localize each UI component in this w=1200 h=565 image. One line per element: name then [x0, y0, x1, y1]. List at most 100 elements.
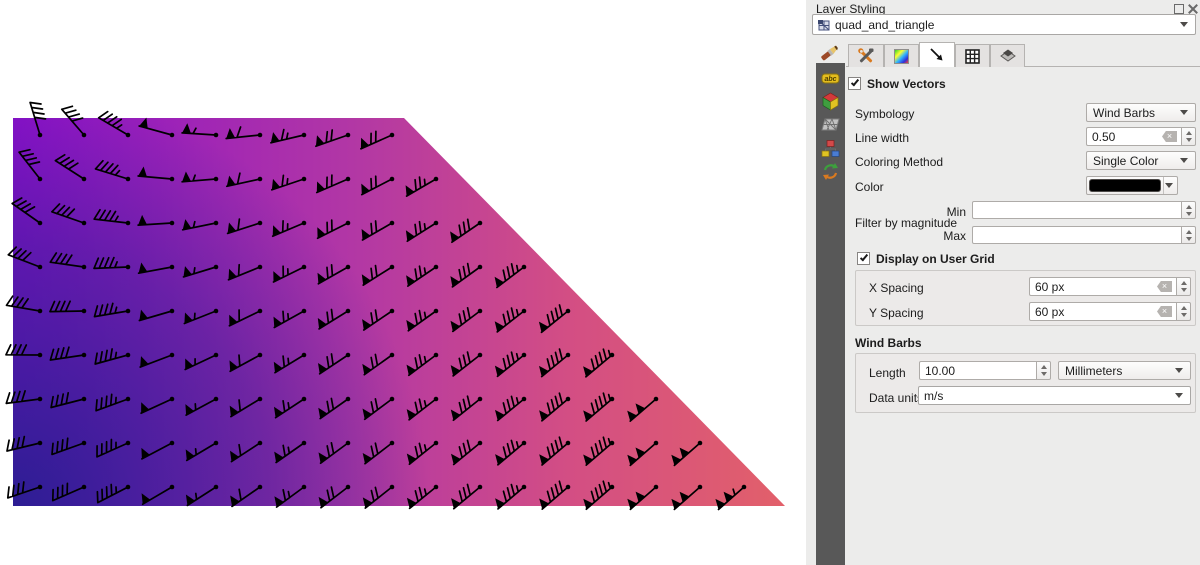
spin-down-icon[interactable] [1181, 313, 1187, 317]
length-input[interactable] [920, 364, 1036, 378]
history-arrows-icon [821, 162, 840, 181]
max-label: Max [926, 229, 966, 243]
diagram-icon [821, 139, 840, 158]
layer-selector-value: quad_and_triangle [835, 18, 934, 32]
data-units-combo[interactable]: m/s [918, 386, 1191, 405]
min-field [972, 201, 1182, 219]
symbology-value: Wind Barbs [1093, 106, 1155, 120]
map-canvas[interactable] [0, 0, 806, 565]
show-vectors-label: Show Vectors [867, 77, 946, 91]
spin-up-icon[interactable] [1186, 230, 1192, 234]
color-button[interactable] [1086, 176, 1178, 195]
tab-mesh-frame[interactable] [955, 44, 990, 67]
tab-stacked-mesh[interactable] [990, 44, 1025, 67]
min-spinner[interactable] [1182, 201, 1196, 219]
y-spacing-spinner[interactable] [1177, 302, 1191, 321]
spin-up-icon[interactable] [1181, 306, 1187, 310]
clear-icon[interactable]: × [1157, 281, 1172, 292]
line-width-spinner[interactable] [1182, 127, 1196, 146]
max-field [972, 226, 1182, 244]
x-spacing-label: X Spacing [869, 281, 924, 295]
length-spinner[interactable] [1037, 361, 1051, 380]
line-width-input[interactable] [1087, 130, 1162, 144]
wind-barbs-groupbox: Length Millimeters Data units m/s [855, 353, 1196, 413]
max-input[interactable] [973, 228, 1181, 242]
color-label: Color [855, 180, 884, 194]
layer-styling-panel: Layer Styling quad_and_triangle [806, 0, 1200, 565]
symbology-dropdown[interactable]: Wind Barbs [1086, 103, 1196, 122]
wind-barbs-section-title: Wind Barbs [855, 336, 922, 350]
sidebar-item-diagrams[interactable] [821, 139, 840, 158]
length-spinbox[interactable] [919, 361, 1051, 380]
stacked-layers-icon [999, 48, 1017, 64]
y-spacing-label: Y Spacing [869, 306, 924, 320]
user-grid-label: Display on User Grid [876, 252, 995, 266]
x-spacing-field: × [1029, 277, 1177, 296]
chevron-down-icon [1180, 110, 1188, 115]
x-spacing-spinbox[interactable]: × [1029, 277, 1191, 296]
min-label: Min [926, 205, 966, 219]
checkmark-icon [860, 253, 868, 262]
chevron-down-icon [1175, 368, 1183, 373]
close-icon[interactable] [1188, 4, 1198, 14]
sidebar-item-mesh[interactable] [821, 115, 840, 134]
line-width-spinbox[interactable]: × [1086, 127, 1196, 146]
spin-down-icon[interactable] [1186, 212, 1192, 216]
tab-general-settings[interactable] [848, 44, 884, 67]
sidebar-item-symbology[interactable] [817, 42, 841, 64]
spin-up-icon[interactable] [1186, 131, 1192, 135]
spin-up-icon[interactable] [1041, 365, 1047, 369]
x-spacing-spinner[interactable] [1177, 277, 1191, 296]
length-unit-value: Millimeters [1065, 364, 1122, 378]
spin-down-icon[interactable] [1181, 288, 1187, 292]
user-grid-checkbox[interactable] [857, 252, 870, 265]
data-units-value: m/s [924, 389, 943, 403]
max-spinner[interactable] [1182, 226, 1196, 244]
line-width-field: × [1086, 127, 1182, 146]
clear-icon[interactable]: × [1162, 131, 1177, 142]
coloring-method-dropdown[interactable]: Single Color [1086, 151, 1196, 170]
spin-down-icon[interactable] [1041, 372, 1047, 376]
color-swatch [1089, 179, 1161, 192]
sidebar-item-history[interactable] [821, 162, 840, 181]
coloring-method-value: Single Color [1093, 154, 1158, 168]
chevron-down-icon [1180, 158, 1188, 163]
cube-3d-icon [821, 92, 840, 111]
spin-up-icon[interactable] [1181, 281, 1187, 285]
sidebar-item-labels[interactable]: abc [821, 69, 840, 88]
spin-up-icon[interactable] [1186, 205, 1192, 209]
coloring-method-label: Coloring Method [855, 155, 943, 169]
spin-down-icon[interactable] [1186, 237, 1192, 241]
svg-text:abc: abc [824, 76, 836, 83]
user-grid-groupbox: X Spacing × Y Spacing × [855, 270, 1196, 326]
spin-down-icon[interactable] [1186, 138, 1192, 142]
tab-contours-colors[interactable] [884, 44, 919, 67]
max-spinbox[interactable] [972, 226, 1196, 244]
y-spacing-field: × [1029, 302, 1177, 321]
checkmark-icon [851, 78, 859, 87]
y-spacing-input[interactable] [1030, 305, 1157, 319]
grid-table-icon [965, 49, 980, 64]
clear-icon[interactable]: × [1157, 306, 1172, 317]
data-units-label: Data units [869, 391, 923, 405]
y-spacing-spinbox[interactable]: × [1029, 302, 1191, 321]
min-spinbox[interactable] [972, 201, 1196, 219]
undock-icon[interactable] [1174, 4, 1184, 14]
sidebar-item-3d-view[interactable] [821, 92, 840, 111]
paintbrush-icon [817, 42, 841, 64]
labels-abc-icon: abc [821, 69, 840, 88]
color-ramp-icon [894, 49, 909, 64]
length-field [919, 361, 1037, 380]
show-vectors-checkbox[interactable] [848, 77, 861, 90]
length-label: Length [869, 366, 906, 380]
mesh-grid-icon [821, 115, 840, 134]
chevron-down-icon [1165, 183, 1173, 188]
layer-selector[interactable]: quad_and_triangle [812, 14, 1196, 35]
separator [1163, 177, 1164, 194]
min-input[interactable] [973, 203, 1181, 217]
symbology-label: Symbology [855, 107, 914, 121]
tab-vectors[interactable] [919, 42, 955, 67]
vector-arrow-icon [929, 47, 945, 63]
length-unit-dropdown[interactable]: Millimeters [1058, 361, 1191, 380]
x-spacing-input[interactable] [1030, 280, 1157, 294]
